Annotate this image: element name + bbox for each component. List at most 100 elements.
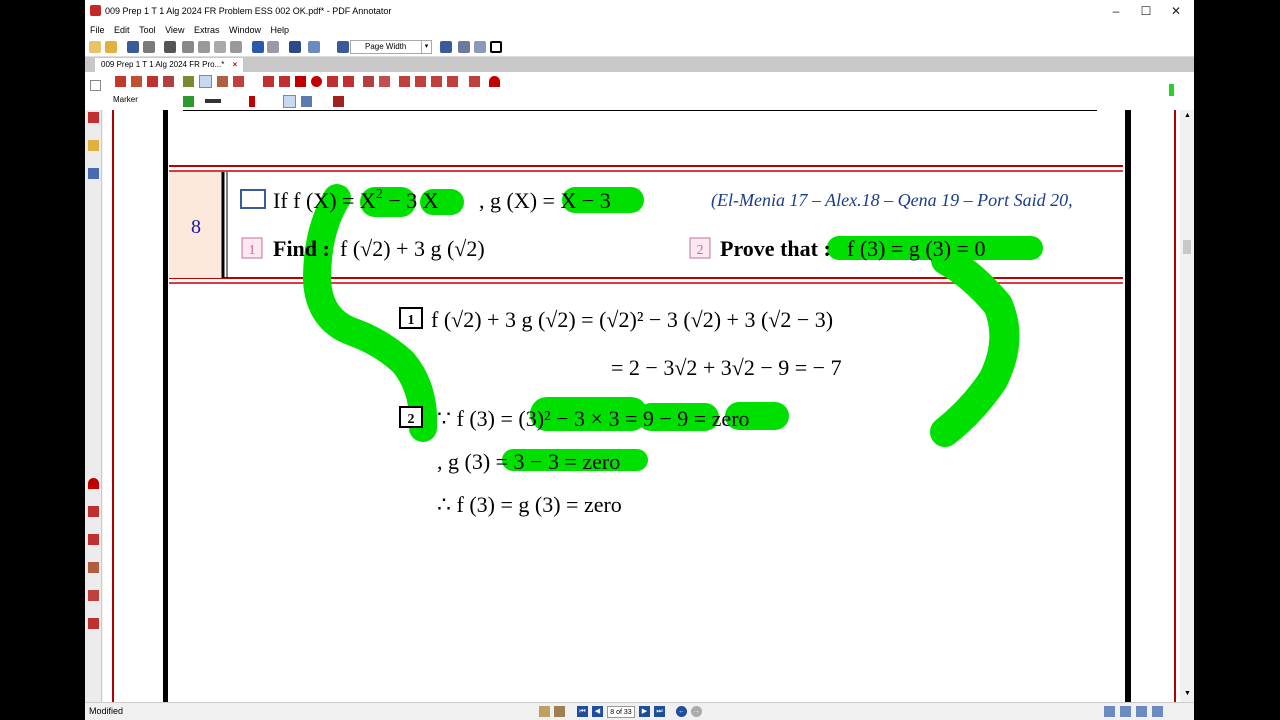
link-tool-icon[interactable] [363,76,374,87]
favorites-icon[interactable] [489,76,500,87]
back-icon[interactable]: ← [676,706,687,717]
pen2-sidebar-icon[interactable] [88,534,99,545]
menu-view[interactable]: View [165,22,184,38]
zoom-tool-icon[interactable] [163,76,174,87]
minimize-button[interactable]: – [1101,0,1131,22]
folder-sidebar-icon[interactable] [88,140,99,151]
layout-icon[interactable] [308,41,320,53]
chevron-down-icon[interactable]: ▾ [421,41,431,53]
snap-icon[interactable] [301,96,312,107]
find-icon[interactable] [289,41,301,53]
camera-tool-icon[interactable] [399,76,410,87]
menu-edit[interactable]: Edit [114,22,130,38]
text-select-icon[interactable] [131,76,142,87]
vertical-scrollbar[interactable]: ▲ ▼ [1180,110,1194,702]
zoom-out-icon[interactable] [337,41,349,53]
menu-tool[interactable]: Tool [139,22,156,38]
marker-sidebar-icon[interactable] [88,506,99,517]
problem-line1-g: , g (X) = X − 3 [479,188,611,213]
part2-expression: f (3) = g (3) = 0 [847,236,985,261]
lasso-tool-icon[interactable] [343,76,354,87]
menu-help[interactable]: Help [271,22,290,38]
tab-strip: 009 Prep 1 T 1 Alg 2024 FR Pro...* × [85,57,1194,72]
marker-stroke-right [930,245,1020,447]
tab-close-icon[interactable]: × [233,60,238,69]
arrow-tool-icon[interactable] [279,76,290,87]
solution2-line3: ∴ f (3) = g (3) = zero [437,492,622,517]
rectangle-tool-icon[interactable] [295,76,306,87]
save-all-icon[interactable] [143,41,155,53]
line-width-icon[interactable] [205,99,221,103]
crop-tool-icon[interactable] [415,76,426,87]
status-bar: Modified ⏮ ◀ 8 of 33 ▶ ⏭ ← → [85,702,1194,720]
continuous-icon[interactable] [474,41,486,53]
eraser-mode-icon[interactable] [333,96,344,107]
view-double-icon[interactable] [1120,706,1131,717]
app-icon [90,5,101,16]
arrow-sidebar-icon[interactable] [88,618,99,629]
stamp-tool-icon[interactable] [233,76,244,87]
fullscreen-icon[interactable] [490,41,502,53]
view-single-icon[interactable] [1104,706,1115,717]
single-page-icon[interactable] [458,41,470,53]
menu-window[interactable]: Window [229,22,261,38]
polygon-tool-icon[interactable] [327,76,338,87]
image-sidebar-icon[interactable] [88,562,99,573]
prev-page-icon[interactable]: ◀ [592,706,603,717]
last-page-icon[interactable]: ⏭ [654,706,665,717]
print-icon[interactable] [164,41,176,53]
pen-sidebar-icon[interactable] [88,112,99,123]
smooth-icon[interactable] [283,95,296,108]
save-icon[interactable] [127,41,139,53]
solution1-line2: = 2 − 3√2 + 3√2 − 9 = − 7 [611,355,842,380]
insert-tool-icon[interactable] [447,76,458,87]
page-indicator[interactable]: 8 of 33 [607,706,635,718]
marker-tool-icon[interactable] [199,75,212,88]
sync-icon[interactable] [539,706,550,717]
paste-icon[interactable] [214,41,226,53]
forward-icon[interactable]: → [691,706,702,717]
window-title: 009 Prep 1 T 1 Alg 2024 FR Problem ESS 0… [105,6,392,16]
next-page-icon[interactable]: ▶ [639,706,650,717]
bookmark-icon[interactable] [554,706,565,717]
redo-icon[interactable] [267,41,279,53]
checkbox-icon[interactable] [90,80,101,91]
eraser-tool-icon[interactable] [431,76,442,87]
delete-icon[interactable] [230,41,242,53]
marker-color-icon[interactable] [183,96,194,107]
open-icon[interactable] [105,41,117,53]
ellipse-tool-icon[interactable] [311,76,322,87]
scroll-down-icon[interactable]: ▼ [1184,690,1191,697]
pen-tool-icon[interactable] [183,76,194,87]
marker-size-icon[interactable] [249,96,255,107]
scroll-thumb[interactable] [1183,240,1191,254]
new-icon[interactable] [89,41,101,53]
line-tool-icon[interactable] [263,76,274,87]
close-button[interactable]: ✕ [1161,0,1191,22]
menu-bar: File Edit Tool View Extras Window Help [85,22,1194,38]
menu-extras[interactable]: Extras [194,22,220,38]
document-tab[interactable]: 009 Prep 1 T 1 Alg 2024 FR Pro...* × [95,58,244,72]
zoom-in-icon[interactable] [440,41,452,53]
sigma-tool-icon[interactable] [469,76,480,87]
problem-number: 8 [191,216,201,238]
undo-icon[interactable] [252,41,264,53]
scroll-up-icon[interactable]: ▲ [1184,112,1191,119]
select-tool-icon[interactable] [115,76,126,87]
zoom-select[interactable]: Page Width ▾ [350,40,432,54]
note-tool-icon[interactable] [379,76,390,87]
document-view[interactable]: 8 If f (X) = X2 − 3 X , g (X) = X − 3 (E… [103,110,1180,702]
favorites-sidebar-icon[interactable] [88,478,99,489]
maximize-button[interactable]: ☐ [1131,0,1161,22]
view-continuous-icon[interactable] [1136,706,1147,717]
cut-icon[interactable] [182,41,194,53]
stamp-sidebar-icon[interactable] [88,590,99,601]
link-sidebar-icon[interactable] [88,168,99,179]
copy-icon[interactable] [198,41,210,53]
menu-file[interactable]: File [90,22,105,38]
hand-tool-icon[interactable] [147,76,158,87]
first-page-icon[interactable]: ⏮ [577,706,588,717]
left-sidebar [85,110,102,702]
image-tool-icon[interactable] [217,76,228,87]
view-facing-icon[interactable] [1152,706,1163,717]
